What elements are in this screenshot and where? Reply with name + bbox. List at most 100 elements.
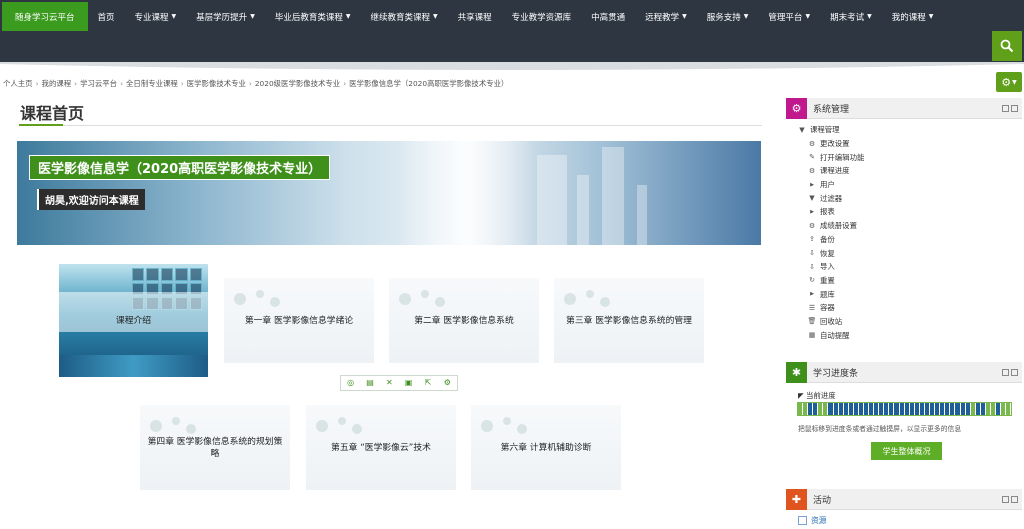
search-button[interactable] bbox=[992, 31, 1022, 61]
course-banner: 医学影像信息学（2020高职医学影像技术专业） 胡昊,欢迎访问本课程 bbox=[17, 141, 761, 245]
brand-link[interactable]: 随身学习云平台 bbox=[2, 2, 88, 31]
tile-label: 第四章 医学影像信息系统的规划策略 bbox=[147, 436, 283, 459]
filter-icon: ▼ bbox=[809, 194, 815, 203]
nav-item-4[interactable]: 继续教育类课程 ▼ bbox=[360, 0, 447, 33]
activity-block: ✚ 活动 bbox=[786, 488, 1022, 510]
gear-icon: ⚙ bbox=[808, 221, 816, 230]
breadcrumb-separator: › bbox=[35, 79, 39, 88]
tile-deco-icon bbox=[234, 290, 280, 307]
breadcrumb: 个人主页 › 我的课程 › 学习云平台 › 全日制专业课程 › 医学影像技术专业 › 2020级医学… bbox=[3, 78, 508, 89]
gear-icon: ⚙ bbox=[1001, 75, 1012, 89]
triangle-right-icon: ▶ bbox=[810, 291, 814, 298]
gear-icon: ⚙ bbox=[808, 139, 816, 148]
progress-block: ✱ 学习进度条 bbox=[786, 361, 1022, 383]
admin-block-title: 系统管理 bbox=[813, 104, 850, 115]
admin-item-7[interactable]: ⇪ 备份 bbox=[786, 233, 1022, 247]
tile-label: 第二章 医学影像信息系统 bbox=[414, 315, 514, 326]
admin-item-10[interactable]: ↻ 重置 bbox=[786, 274, 1022, 288]
nav-item-8[interactable]: 远程教学 ▼ bbox=[635, 0, 697, 33]
admin-item-12[interactable]: ☰ 容器 bbox=[786, 301, 1022, 315]
gears-icon: ⚙ bbox=[786, 97, 807, 119]
nav-item-6[interactable]: 专业教学资源库 bbox=[502, 0, 582, 33]
nav-item-2[interactable]: 基层学历提升 ▼ bbox=[186, 0, 265, 33]
course-settings-button[interactable]: ⚙ ▼ bbox=[996, 72, 1022, 92]
breadcrumb-link[interactable]: 个人主页 bbox=[3, 79, 33, 88]
progress-bar[interactable] bbox=[797, 402, 1012, 416]
nav-item-7[interactable]: 中高贯通 bbox=[581, 0, 635, 33]
tile-chapter-4[interactable]: 第四章 医学影像信息系统的规划策略 bbox=[140, 405, 290, 490]
progress-segment[interactable] bbox=[1006, 403, 1012, 415]
student-overview-button[interactable]: 学生整体概况 bbox=[871, 442, 942, 460]
book-icon[interactable]: ▤ bbox=[365, 378, 375, 388]
tile-chapter-6[interactable]: 第六章 计算机辅助诊断 bbox=[471, 405, 621, 490]
admin-item-11[interactable]: ▶ 题库 bbox=[786, 287, 1022, 301]
export-icon[interactable]: ⇱ bbox=[423, 378, 433, 388]
tile-chapter-1[interactable]: 第一章 医学影像信息学绪论 bbox=[224, 278, 374, 363]
collapse-icon[interactable] bbox=[1011, 495, 1018, 503]
title-rule bbox=[19, 125, 762, 126]
save-icon[interactable]: ▣ bbox=[404, 378, 414, 388]
admin-item-1[interactable]: ✎ 打开编辑功能 bbox=[786, 150, 1022, 164]
breadcrumb-separator: › bbox=[180, 79, 184, 88]
view-icon[interactable]: ◎ bbox=[346, 378, 356, 388]
admin-item-6[interactable]: ⚙ 成绩册设置 bbox=[786, 219, 1022, 233]
admin-item-5[interactable]: ▶ 报表 bbox=[786, 205, 1022, 219]
breadcrumb-separator: › bbox=[248, 79, 252, 88]
banner-deco bbox=[577, 175, 589, 245]
breadcrumb-link[interactable]: 我的课程 bbox=[42, 79, 72, 88]
nav-item-5[interactable]: 共享课程 bbox=[448, 0, 502, 33]
tile-chapter-2[interactable]: 第二章 医学影像信息系统 bbox=[389, 278, 539, 363]
dock-icon[interactable] bbox=[1002, 495, 1009, 503]
nav-item-11[interactable]: 期末考试 ▼ bbox=[820, 0, 882, 33]
tile-chapter-5[interactable]: 第五章 “医学影像云”技术 bbox=[306, 405, 456, 490]
banner-deco bbox=[602, 147, 624, 245]
admin-item-0[interactable]: ⚙ 更改设置 bbox=[786, 137, 1022, 151]
nav-item-10[interactable]: 管理平台 ▼ bbox=[758, 0, 820, 33]
banner-glow bbox=[397, 141, 537, 245]
tile-course-intro[interactable]: 课程介绍 bbox=[59, 264, 208, 377]
caret-down-icon: ▼ bbox=[805, 13, 811, 20]
breadcrumb-link[interactable]: 医学影像技术专业 bbox=[187, 79, 246, 88]
nav-item-1[interactable]: 专业课程 ▼ bbox=[125, 0, 187, 33]
calendar-icon: ▦ bbox=[808, 331, 816, 340]
tile-chapter-3[interactable]: 第三章 医学影像信息系统的管理 bbox=[554, 278, 704, 363]
admin-item-9[interactable]: ⇩ 导入 bbox=[786, 260, 1022, 274]
nav-item-0[interactable]: 首页 bbox=[88, 0, 125, 33]
admin-list: ▼ 课程管理 ⚙ 更改设置 ✎ 打开编辑功能 ⚙ 课程进度 ▶ 用户 ▼ 过滤器 ▶ 报表 ⚙ 成绩册设置… bbox=[786, 119, 1022, 342]
admin-item-14[interactable]: ▦ 自动提醒 bbox=[786, 328, 1022, 342]
dock-icon[interactable] bbox=[1002, 368, 1009, 376]
breadcrumb-separator: › bbox=[120, 79, 124, 88]
admin-item-8[interactable]: ⇩ 恢复 bbox=[786, 246, 1022, 260]
gear-icon: ⚙ bbox=[808, 166, 816, 175]
caret-down-icon: ▼ bbox=[171, 13, 177, 20]
admin-root-course-management[interactable]: ▼ 课程管理 bbox=[786, 123, 1022, 137]
breadcrumb-separator: › bbox=[343, 79, 347, 88]
nav-item-3[interactable]: 毕业后教育类课程 ▼ bbox=[265, 0, 361, 33]
tile-label: 第三章 医学影像信息系统的管理 bbox=[566, 315, 692, 326]
tile-label: 第六章 计算机辅助诊断 bbox=[500, 442, 592, 453]
tile-edit-toolbar: ◎ ▤ ✕ ▣ ⇱ ⚙ bbox=[340, 375, 458, 391]
expand-icon[interactable]: ✕ bbox=[384, 378, 394, 388]
nav-item-12[interactable]: 我的课程 ▼ bbox=[882, 0, 944, 33]
breadcrumb-link[interactable]: 医学影像信息学（2020高职医学影像技术专业） bbox=[349, 79, 508, 88]
nav-item-9[interactable]: 服务支持 ▼ bbox=[697, 0, 759, 33]
upload-icon: ⇪ bbox=[809, 235, 815, 244]
admin-item-2[interactable]: ⚙ 课程进度 bbox=[786, 164, 1022, 178]
banner-course-name: 医学影像信息学（2020高职医学影像技术专业） bbox=[29, 155, 331, 180]
breadcrumb-link[interactable]: 2020级医学影像技术专业 bbox=[255, 79, 340, 88]
collapse-icon[interactable] bbox=[1011, 104, 1018, 112]
settings-icon[interactable]: ⚙ bbox=[442, 378, 452, 388]
nav-subbar bbox=[0, 33, 1024, 62]
admin-item-4[interactable]: ▼ 过滤器 bbox=[786, 191, 1022, 205]
dock-icon[interactable] bbox=[1002, 104, 1009, 112]
collapse-icon[interactable] bbox=[1011, 368, 1018, 376]
breadcrumb-link[interactable]: 学习云平台 bbox=[80, 79, 117, 88]
admin-item-13[interactable]: 🗑 回收站 bbox=[786, 315, 1022, 329]
caret-down-icon: ▼ bbox=[432, 13, 438, 20]
tile-image-bottom bbox=[59, 355, 208, 377]
activity-resource-link[interactable]: 资源 bbox=[798, 515, 827, 526]
breadcrumb-link[interactable]: 全日制专业课程 bbox=[126, 79, 178, 88]
admin-item-3[interactable]: ▶ 用户 bbox=[786, 178, 1022, 192]
activity-block-header: ✚ 活动 bbox=[786, 488, 1022, 510]
tile-deco-icon bbox=[564, 290, 610, 307]
